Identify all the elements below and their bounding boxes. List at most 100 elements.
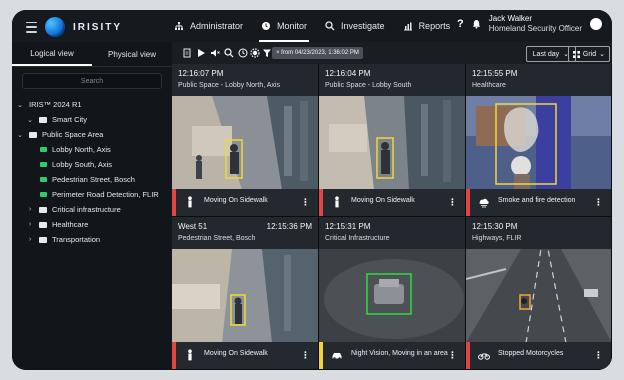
tree-item-label: Public Space Area <box>42 130 104 139</box>
nav-administrator[interactable]: Administrator <box>172 10 245 42</box>
video-feed[interactable] <box>172 249 319 343</box>
alert-bar[interactable]: Moving On Sidewalk ⋮ <box>172 342 318 369</box>
more-options-icon[interactable]: ⋮ <box>448 350 457 361</box>
more-options-icon[interactable]: ⋮ <box>594 350 603 361</box>
org-chart-icon <box>175 22 183 30</box>
alert-bar[interactable]: Smoke and fire detection ⋮ <box>466 189 611 216</box>
nav-investigate-label: Investigate <box>341 21 385 31</box>
person-icon <box>188 196 192 208</box>
layout-dropdown[interactable]: Grid ⌄ <box>567 46 610 62</box>
chevron-down-icon[interactable]: ⌄ <box>16 101 24 109</box>
tree-item-lobby-north[interactable]: Lobby North, Axis <box>16 142 168 157</box>
alert-label: Stopped Motorcycles <box>498 350 564 357</box>
tile-time: 12:15:31 PM <box>325 222 371 231</box>
nav-monitor[interactable]: Monitor <box>259 10 310 42</box>
tile-header: 12:15:31 PM Critical Infrastructure <box>319 217 465 249</box>
tile-camera-id: West 51 <box>178 222 208 231</box>
tree-item-public-space-area[interactable]: ⌄ Public Space Area <box>16 127 168 142</box>
settings-icon[interactable] <box>250 48 260 58</box>
video-tile[interactable]: 12:15:31 PM Critical Infrastructure Nigh… <box>319 217 466 370</box>
tree-item-label: Healthcare <box>52 220 89 229</box>
alert-bar[interactable]: Moving On Sidewalk ⋮ <box>172 189 318 216</box>
nav-investigate[interactable]: Investigate <box>323 10 387 42</box>
tile-header: West 51 12:15:36 PM Pedestrian Street, B… <box>172 217 318 249</box>
tree-item-label: Smart City <box>52 115 88 124</box>
brand-name: IRISITY <box>73 21 123 33</box>
tree-item-iris-root[interactable]: ⌄ IRIS™ 2024 R1 <box>16 97 168 112</box>
person-icon <box>335 196 339 208</box>
volume-icon[interactable] <box>210 48 220 58</box>
top-bar: IRISITY Administrator Monitor Investigat… <box>12 10 612 43</box>
brand: IRISITY <box>26 17 122 37</box>
user-info[interactable]: Jack Walker Homeland Security Officer <box>489 14 582 34</box>
playback-toolbar: × from 04/23/2023, 1:36:02 PM Last day ⌄… <box>172 42 612 65</box>
tree-item-label: Lobby South, Axis <box>52 160 113 169</box>
tree-item-transportation[interactable]: › Transportation <box>16 232 168 247</box>
tree-item-label: Critical infrastructure <box>52 205 121 214</box>
camera-icon <box>40 177 47 182</box>
more-options-icon[interactable]: ⋮ <box>301 350 310 361</box>
chevron-right-icon[interactable]: › <box>26 221 34 228</box>
motorcycle-icon <box>478 353 490 360</box>
from-date-badge[interactable]: × from 04/23/2023, 1:36:02 PM <box>272 47 363 59</box>
alert-label: Moving On Sidewalk <box>204 197 268 204</box>
video-feed[interactable] <box>319 96 466 190</box>
tab-physical-view[interactable]: Physical view <box>92 42 172 66</box>
video-tile[interactable]: West 51 12:15:36 PM Pedestrian Street, B… <box>172 217 319 370</box>
alert-bar[interactable]: Moving On Sidewalk ⋮ <box>319 189 465 216</box>
avatar[interactable] <box>590 18 602 30</box>
more-options-icon[interactable]: ⋮ <box>594 197 603 208</box>
chevron-right-icon[interactable]: › <box>26 206 34 213</box>
help-icon[interactable]: ? <box>457 18 464 30</box>
more-options-icon[interactable]: ⋮ <box>448 197 457 208</box>
folder-icon <box>39 221 47 228</box>
car-icon <box>332 353 342 360</box>
tree-item-critical-infrastructure[interactable]: › Critical infrastructure <box>16 202 168 217</box>
filter-icon[interactable] <box>262 48 272 58</box>
tab-logical-view[interactable]: Logical view <box>12 42 92 66</box>
nav-administrator-label: Administrator <box>190 21 244 31</box>
more-options-icon[interactable]: ⋮ <box>301 197 310 208</box>
tree-item-label: Pedestrian Street, Bosch <box>52 175 135 184</box>
tile-location: Pedestrian Street, Bosch <box>178 235 256 242</box>
tile-header: 12:16:07 PM Public Space - Lobby North, … <box>172 64 318 96</box>
zoom-icon[interactable] <box>224 48 234 58</box>
camera-icon <box>40 147 47 152</box>
video-tile[interactable]: 12:16:07 PM Public Space - Lobby North, … <box>172 64 319 217</box>
tree-item-smart-city[interactable]: ⌄ Smart City <box>16 112 168 127</box>
tile-time: 12:15:30 PM <box>472 222 518 231</box>
video-grid: 12:16:07 PM Public Space - Lobby North, … <box>172 64 612 370</box>
chevron-down-icon[interactable]: ⌄ <box>16 131 24 139</box>
video-tile[interactable]: 12:15:30 PM Highways, FLIR Stopped Motor… <box>466 217 612 370</box>
tile-location: Healthcare <box>472 82 506 89</box>
grid-icon <box>572 50 580 58</box>
play-icon[interactable] <box>196 48 206 58</box>
chevron-down-icon[interactable]: ⌄ <box>26 116 34 124</box>
search-icon <box>325 21 335 31</box>
alert-label: Moving On Sidewalk <box>204 350 268 357</box>
video-tile[interactable]: 12:16:04 PM Public Space - Lobby South M… <box>319 64 466 217</box>
nav-reports[interactable]: Reports <box>401 10 453 42</box>
tree-item-healthcare[interactable]: › Healthcare <box>16 217 168 232</box>
chevron-right-icon[interactable]: › <box>26 236 34 243</box>
menu-icon[interactable] <box>26 21 37 33</box>
tile-time: 12:15:55 PM <box>472 69 518 78</box>
tile-header: 12:15:55 PM Healthcare <box>466 64 611 96</box>
alert-bar[interactable]: Night Vision, Moving in an area ⋮ <box>319 342 465 369</box>
tree-item-lobby-south[interactable]: Lobby South, Axis <box>16 157 168 172</box>
period-label: Last day <box>532 50 560 58</box>
video-feed[interactable] <box>172 96 319 190</box>
video-feed[interactable] <box>319 249 466 343</box>
document-icon[interactable] <box>182 48 192 58</box>
alert-label: Smoke and fire detection <box>498 197 576 204</box>
clock-icon <box>262 22 271 30</box>
search-input[interactable]: Search <box>22 73 162 89</box>
tree-item-pedestrian-street[interactable]: Pedestrian Street, Bosch <box>16 172 168 187</box>
video-feed[interactable] <box>466 249 612 343</box>
alert-bar[interactable]: Stopped Motorcycles ⋮ <box>466 342 611 369</box>
tree-item-perimeter-road[interactable]: Perimeter Road Detection, FLIR <box>16 187 168 202</box>
clock-icon[interactable] <box>238 48 248 58</box>
bell-icon[interactable] <box>472 19 481 29</box>
video-feed[interactable] <box>466 96 612 190</box>
video-tile[interactable]: 12:15:55 PM Healthcare Smoke and fire de… <box>466 64 612 217</box>
